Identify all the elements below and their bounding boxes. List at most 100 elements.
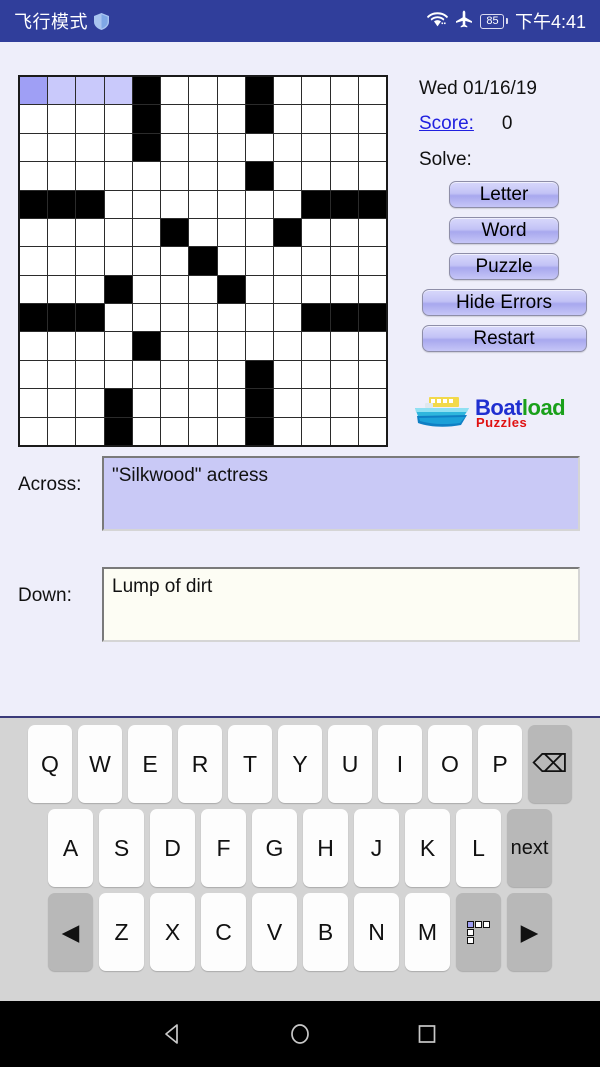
key-f[interactable]: F <box>201 809 246 887</box>
grid-cell[interactable] <box>217 162 245 190</box>
key-r[interactable]: R <box>178 725 222 803</box>
grid-cell[interactable] <box>20 162 48 190</box>
grid-cell[interactable] <box>217 218 245 247</box>
home-icon[interactable] <box>283 1017 317 1051</box>
grid-cell[interactable] <box>76 360 104 389</box>
grid-cell[interactable] <box>217 304 245 332</box>
grid-cell[interactable] <box>330 360 358 389</box>
grid-cell[interactable] <box>217 417 245 445</box>
grid-cell[interactable] <box>330 389 358 417</box>
key-o[interactable]: O <box>428 725 472 803</box>
grid-cell[interactable] <box>217 360 245 389</box>
grid-cell[interactable] <box>161 247 189 275</box>
grid-cell[interactable] <box>245 190 274 218</box>
grid-cell[interactable] <box>274 304 302 332</box>
grid-cell[interactable] <box>302 77 330 105</box>
key-x[interactable]: X <box>150 893 195 971</box>
grid-cell[interactable] <box>76 218 104 247</box>
grid-cell[interactable] <box>189 190 217 218</box>
grid-cell[interactable] <box>274 133 302 162</box>
key-q[interactable]: Q <box>28 725 72 803</box>
key-u[interactable]: U <box>328 725 372 803</box>
grid-cell[interactable] <box>189 77 217 105</box>
grid-cell[interactable] <box>161 389 189 417</box>
grid-cell[interactable] <box>76 332 104 360</box>
grid-cell[interactable] <box>48 247 76 275</box>
grid-cell[interactable] <box>245 332 274 360</box>
grid-cell[interactable] <box>161 105 189 133</box>
grid-cell[interactable] <box>358 77 386 105</box>
grid-cell[interactable] <box>104 218 132 247</box>
grid-cell[interactable] <box>161 190 189 218</box>
grid-cell[interactable] <box>358 133 386 162</box>
grid-cell[interactable] <box>48 218 76 247</box>
grid-cell[interactable] <box>358 389 386 417</box>
grid-cell[interactable] <box>104 304 132 332</box>
key-z[interactable]: Z <box>99 893 144 971</box>
grid-cell[interactable] <box>330 417 358 445</box>
grid-cell[interactable] <box>104 105 132 133</box>
grid-cell[interactable] <box>302 360 330 389</box>
restart-button[interactable]: Restart <box>421 325 587 352</box>
right-arrow-icon[interactable]: ▶ <box>507 893 552 971</box>
grid-cell[interactable] <box>274 389 302 417</box>
grid-cell[interactable] <box>302 332 330 360</box>
grid-cell[interactable] <box>132 162 161 190</box>
grid-cell[interactable] <box>330 133 358 162</box>
grid-cell[interactable] <box>302 417 330 445</box>
grid-cell[interactable] <box>132 304 161 332</box>
grid-cell[interactable] <box>48 417 76 445</box>
grid-cell[interactable] <box>48 332 76 360</box>
grid-cell[interactable] <box>161 417 189 445</box>
grid-cell[interactable] <box>189 275 217 304</box>
grid-cell[interactable] <box>330 105 358 133</box>
grid-cell[interactable] <box>245 275 274 304</box>
grid-cell[interactable] <box>274 275 302 304</box>
across-clue-box[interactable]: "Silkwood" actress <box>102 456 580 531</box>
grid-cell[interactable] <box>20 105 48 133</box>
grid-cell[interactable] <box>104 133 132 162</box>
grid-cell[interactable] <box>104 190 132 218</box>
grid-cell[interactable] <box>217 133 245 162</box>
grid-cell[interactable] <box>132 417 161 445</box>
grid-cell[interactable] <box>76 77 104 105</box>
down-clue-box[interactable]: Lump of dirt <box>102 567 580 642</box>
grid-cell[interactable] <box>245 133 274 162</box>
hide-errors-button[interactable]: Hide Errors <box>421 289 587 316</box>
key-t[interactable]: T <box>228 725 272 803</box>
grid-cell[interactable] <box>104 360 132 389</box>
grid-cell[interactable] <box>48 275 76 304</box>
crossword-cells[interactable] <box>20 77 386 445</box>
grid-cell[interactable] <box>161 360 189 389</box>
grid-cell[interactable] <box>132 275 161 304</box>
grid-cell[interactable] <box>20 77 48 105</box>
grid-cell[interactable] <box>217 105 245 133</box>
grid-cell[interactable] <box>330 218 358 247</box>
grid-cell[interactable] <box>20 247 48 275</box>
grid-cell[interactable] <box>20 332 48 360</box>
grid-cell[interactable] <box>274 417 302 445</box>
grid-cell[interactable] <box>48 389 76 417</box>
grid-cell[interactable] <box>330 162 358 190</box>
crossword-grid[interactable] <box>18 75 388 447</box>
grid-cell[interactable] <box>48 162 76 190</box>
grid-cell[interactable] <box>358 162 386 190</box>
grid-cell[interactable] <box>20 218 48 247</box>
key-l[interactable]: L <box>456 809 501 887</box>
key-e[interactable]: E <box>128 725 172 803</box>
grid-cell[interactable] <box>358 275 386 304</box>
grid-cell[interactable] <box>161 332 189 360</box>
grid-cell[interactable] <box>76 133 104 162</box>
grid-cell[interactable] <box>161 133 189 162</box>
grid-cell[interactable] <box>189 360 217 389</box>
key-y[interactable]: Y <box>278 725 322 803</box>
on-screen-keyboard[interactable]: Q W E R T Y U I O P ⌫ A S D F G H J K Lnext ◀ Z X C V B N M ▶ <box>0 716 600 1001</box>
solve-puzzle-button[interactable]: Puzzle <box>449 253 559 280</box>
grid-cell[interactable] <box>274 162 302 190</box>
recents-icon[interactable] <box>410 1017 444 1051</box>
grid-cell[interactable] <box>245 218 274 247</box>
key-v[interactable]: V <box>252 893 297 971</box>
grid-cell[interactable] <box>302 162 330 190</box>
grid-cell[interactable] <box>217 247 245 275</box>
key-i[interactable]: I <box>378 725 422 803</box>
